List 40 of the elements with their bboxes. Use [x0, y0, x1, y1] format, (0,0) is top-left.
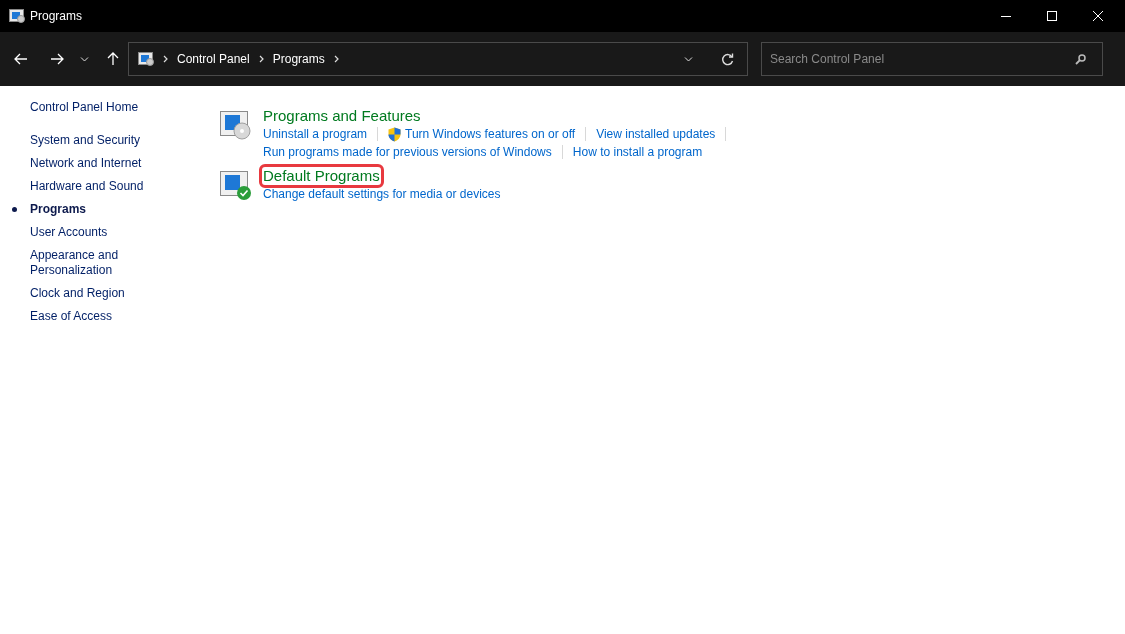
minimize-icon [1001, 15, 1011, 17]
breadcrumb[interactable]: Control Panel [177, 50, 250, 68]
sidebar-link[interactable]: Clock and Region [30, 286, 160, 301]
sidebar-link[interactable]: Programs [30, 202, 160, 217]
section-title-link[interactable]: Default Programs [262, 167, 381, 185]
chevron-right-icon [163, 55, 168, 63]
window-title: Programs [30, 8, 82, 25]
address-bar[interactable]: Control Panel Programs [128, 42, 748, 76]
task-link[interactable]: How to install a program [572, 143, 703, 161]
task-link[interactable]: Uninstall a program [263, 125, 368, 143]
programs-disc-icon [220, 109, 252, 141]
close-icon [1093, 11, 1103, 21]
control-panel-icon [9, 9, 25, 23]
task-link[interactable]: Change default settings for media or devices [263, 185, 501, 203]
chevron-down-icon [80, 56, 89, 62]
sidebar-link[interactable]: User Accounts [30, 225, 160, 240]
search-box[interactable]: Search Control Panel [761, 42, 1103, 76]
sidebar-link[interactable]: System and Security [30, 133, 160, 148]
refresh-icon [721, 52, 734, 66]
task-link[interactable]: Run programs made for previous versions of Windows [263, 143, 552, 161]
section-title-link[interactable]: Programs and Features [263, 107, 421, 125]
sidebar-link[interactable]: Network and Internet [30, 156, 160, 171]
search-input[interactable]: Search Control Panel [770, 50, 1075, 68]
search-icon [1075, 53, 1086, 65]
sidebar-link[interactable]: Ease of Access [30, 309, 160, 324]
back-arrow-icon [14, 53, 28, 65]
control-panel-icon [138, 52, 154, 66]
chevron-down-icon [684, 56, 693, 62]
programs-check-icon [220, 169, 252, 201]
chevron-right-icon [258, 55, 264, 63]
task-link[interactable]: View installed updates [596, 125, 716, 143]
forward-arrow-icon [50, 53, 64, 65]
breadcrumb[interactable]: Programs [272, 50, 325, 68]
task-link[interactable]: Turn Windows features on or off [405, 125, 576, 143]
sidebar-link[interactable]: Appearance and Personalization [30, 248, 160, 278]
up-arrow-icon [107, 52, 119, 66]
sidebar-link[interactable]: Hardware and Sound [30, 179, 160, 194]
sidebar-link[interactable]: Control Panel Home [30, 100, 210, 115]
maximize-icon [1047, 11, 1057, 21]
chevron-right-icon [333, 55, 339, 63]
